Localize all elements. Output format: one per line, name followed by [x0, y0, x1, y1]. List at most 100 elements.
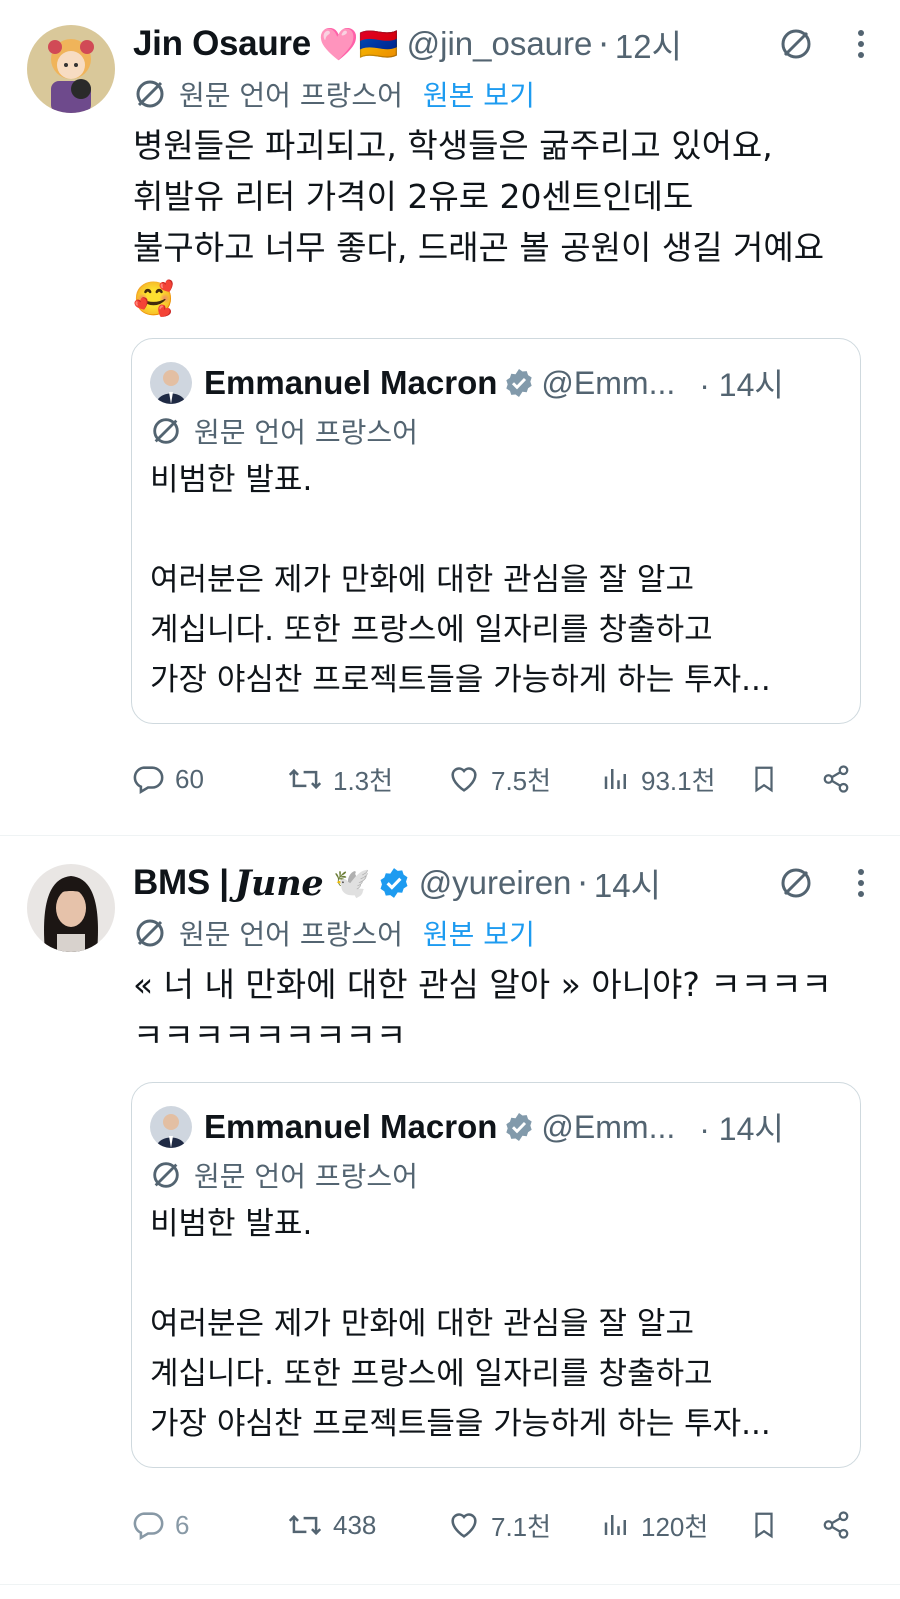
tweet-time[interactable]: 12시	[615, 20, 682, 68]
translation-label: 원문 언어 프랑스어	[179, 918, 403, 951]
heart-icon	[451, 1513, 477, 1538]
action-bar: 6 438 7.1천 120천	[131, 1500, 861, 1550]
translate-icon	[136, 80, 164, 108]
like-button[interactable]: 7.1천	[447, 1507, 601, 1544]
translate-icon	[153, 418, 179, 444]
views-icon	[604, 769, 626, 789]
views-button[interactable]: 120천	[601, 1507, 749, 1544]
quoted-text-line	[150, 1249, 842, 1299]
quoted-tweet[interactable]: Emmanuel Macron @Emm... · 14시 원문 언어 프랑스어…	[131, 338, 861, 724]
quoted-time[interactable]: · 14시	[699, 360, 784, 406]
show-original-link[interactable]: 원본 보기	[423, 74, 535, 114]
quoted-text-line	[150, 505, 842, 555]
share-button[interactable]	[821, 762, 861, 796]
quoted-avatar[interactable]	[150, 362, 192, 404]
separator-dot: ·	[598, 24, 609, 64]
share-icon	[823, 1511, 849, 1539]
author-handle[interactable]: @yureiren	[419, 864, 572, 902]
translation-label: 원문 언어 프랑스어	[179, 79, 403, 112]
quoted-text-line: 계십니다. 또한 프랑스에 일자리를 창출하고	[150, 1356, 713, 1392]
tweet-header: Jin Osaure 🩷🇦🇲 @jin_osaure · 12시	[133, 20, 876, 68]
quoted-translation-label: 원문 언어 프랑스어	[194, 416, 418, 449]
translate-icon	[153, 1162, 179, 1188]
tweet-text-line: ㅋㅋㅋㅋㅋㅋㅋㅋㅋ	[133, 1016, 407, 1055]
heart-icon	[451, 767, 477, 792]
tweet-text-line: « 너 내 만화에 대한 관심 알아 » 아니야? ㅋㅋㅋㅋ	[133, 965, 832, 1004]
quoted-text-line: 여러분은 제가 만화에 대한 관심을 잘 알고	[150, 562, 694, 598]
show-original-link[interactable]: 원본 보기	[423, 913, 535, 953]
reply-button[interactable]: 6	[131, 1508, 287, 1542]
tweet[interactable]: BMS | June 🕊️ @yureiren · 14시 원문 언어 프랑스어…	[0, 836, 900, 1585]
verified-badge-icon	[506, 1113, 533, 1141]
views-count: 93.1천	[641, 765, 716, 796]
reply-icon	[133, 766, 164, 795]
quoted-author-name[interactable]: Emmanuel Macron	[204, 1108, 497, 1146]
like-count: 7.1천	[491, 1511, 552, 1542]
quoted-text: 비범한 발표. 여러분은 제가 만화에 대한 관심을 잘 알고 계십니다. 또한…	[150, 455, 842, 705]
translation-row: 원문 언어 프랑스어 원본 보기	[133, 913, 876, 953]
author-name-styled[interactable]: June	[235, 863, 324, 904]
bookmark-button[interactable]	[749, 1508, 821, 1542]
quoted-text-line: 가장 야심찬 프로젝트들을 가능하게 하는 투자...	[150, 662, 771, 698]
quoted-author-name[interactable]: Emmanuel Macron	[204, 364, 497, 402]
quoted-translation-row: 원문 언어 프랑스어	[150, 411, 842, 451]
tweet-time[interactable]: 14시	[594, 859, 661, 907]
quoted-author-handle[interactable]: @Emm...	[541, 365, 675, 402]
quoted-text-line: 비범한 발표.	[150, 462, 313, 498]
author-name[interactable]: BMS |	[133, 863, 229, 903]
verified-badge-icon	[506, 369, 533, 397]
tweet-text-line: 병원들은 파괴되고, 학생들은 굶주리고 있어요,	[133, 126, 773, 165]
avatar[interactable]	[27, 25, 115, 113]
separator-dot: ·	[577, 863, 588, 903]
bookmark-icon	[755, 1512, 773, 1539]
tweet-text: « 너 내 만화에 대한 관심 알아 » 아니야? ㅋㅋㅋㅋ ㅋㅋㅋㅋㅋㅋㅋㅋㅋ	[133, 959, 876, 1061]
tweet-text-line: 휘발유 리터 가격이 2유로 20센트인데도	[133, 177, 694, 216]
quoted-avatar[interactable]	[150, 1106, 192, 1148]
quoted-text-line: 가장 야심찬 프로젝트들을 가능하게 하는 투자...	[150, 1406, 771, 1442]
retweet-button[interactable]: 1.3천	[287, 761, 447, 798]
tweet-text-line: 🥰	[133, 279, 175, 318]
tweet-text: 병원들은 파괴되고, 학생들은 굶주리고 있어요, 휘발유 리터 가격이 2유로…	[133, 120, 876, 324]
reply-button[interactable]: 60	[131, 762, 287, 796]
quoted-time[interactable]: · 14시	[699, 1104, 784, 1150]
more-icon[interactable]	[846, 863, 876, 903]
quoted-translation-label: 원문 언어 프랑스어	[194, 1160, 418, 1193]
share-icon	[823, 765, 849, 793]
grok-icon[interactable]	[776, 24, 816, 64]
more-icon[interactable]	[846, 24, 876, 64]
views-icon	[604, 1515, 626, 1535]
retweet-icon	[288, 1514, 322, 1536]
quoted-text-line: 여러분은 제가 만화에 대한 관심을 잘 알고	[150, 1306, 694, 1342]
author-name[interactable]: Jin Osaure	[133, 24, 311, 64]
like-count: 7.5천	[491, 765, 552, 796]
translation-row: 원문 언어 프랑스어 원본 보기	[133, 74, 876, 114]
quoted-translation-row: 원문 언어 프랑스어	[150, 1155, 842, 1195]
author-emoji: 🩷🇦🇲	[318, 25, 399, 63]
tweet-text-line: 불구하고 너무 좋다, 드래곤 볼 공원이 생길 거예요	[133, 228, 825, 267]
views-button[interactable]: 93.1천	[601, 761, 749, 798]
views-count: 120천	[641, 1511, 709, 1542]
verified-badge-icon	[380, 868, 408, 898]
like-button[interactable]: 7.5천	[447, 761, 601, 798]
reply-icon	[133, 1512, 164, 1541]
quoted-author-handle[interactable]: @Emm...	[541, 1109, 675, 1146]
quoted-text-line: 계십니다. 또한 프랑스에 일자리를 창출하고	[150, 612, 713, 648]
bookmark-button[interactable]	[749, 762, 821, 796]
quoted-tweet[interactable]: Emmanuel Macron @Emm... · 14시 원문 언어 프랑스어…	[131, 1082, 861, 1468]
action-bar: 60 1.3천 7.5천 93.1천	[131, 754, 861, 804]
grok-icon[interactable]	[776, 863, 816, 903]
author-emoji: 🕊️	[333, 865, 371, 901]
translate-icon	[136, 919, 164, 947]
share-button[interactable]	[821, 1508, 861, 1542]
author-handle[interactable]: @jin_osaure	[407, 25, 593, 63]
retweet-icon	[288, 768, 322, 790]
retweet-count: 1.3천	[333, 765, 394, 796]
quoted-text-line: 비범한 발표.	[150, 1206, 313, 1242]
reply-count: 6	[175, 1509, 190, 1540]
reply-count: 60	[175, 763, 204, 794]
tweet-header: BMS | June 🕊️ @yureiren · 14시	[133, 859, 876, 907]
avatar[interactable]	[27, 864, 115, 952]
retweet-count: 438	[333, 1509, 377, 1540]
tweet[interactable]: Jin Osaure 🩷🇦🇲 @jin_osaure · 12시 원문 언어 프…	[0, 0, 900, 836]
retweet-button[interactable]: 438	[287, 1508, 447, 1542]
